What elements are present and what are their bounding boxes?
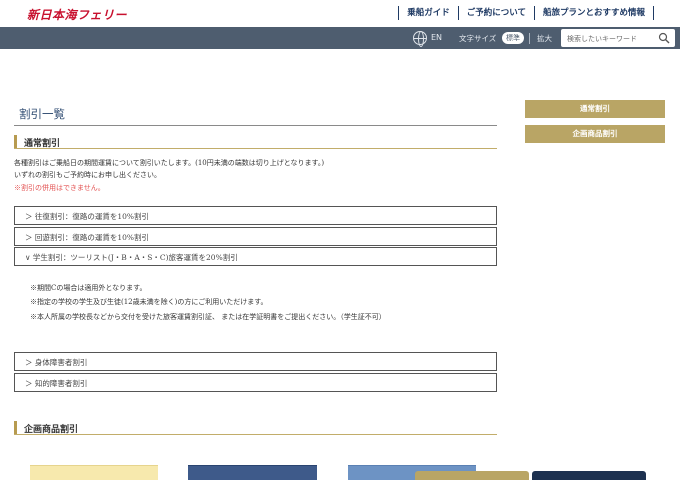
- student-warning: ※本人所属の学校長などから交付を受けた旅客運賃割引証、 または在学証明書をご提出…: [30, 313, 386, 321]
- section-title: 通常割引: [24, 139, 61, 149]
- section-title: 企画商品割引: [24, 425, 79, 435]
- student-note-1: ※期間Cの場合は適用外となります。: [30, 284, 147, 292]
- accordion-label: ＞ 身体障害者割引: [25, 358, 88, 367]
- site-logo[interactable]: 新日本海フェリー: [27, 6, 127, 23]
- search-input[interactable]: 検索したいキーワード: [567, 34, 637, 44]
- language-en-link[interactable]: EN: [431, 33, 442, 42]
- floating-tab-gold[interactable]: [415, 471, 529, 480]
- accordion-label: ＞ 回遊割引：復路の運賃を10%割引: [25, 233, 150, 242]
- nav-reservation[interactable]: ご予約について: [457, 6, 534, 20]
- accordion-label: ∨ 学生割引：ツーリスト(J・B・A・S・C)旅客運賃を20%割引: [25, 253, 238, 262]
- section-heading-normal: 通常割引: [14, 135, 497, 149]
- plan-image-1[interactable]: [30, 465, 158, 480]
- title-divider: [14, 125, 497, 126]
- page-title: 割引一覧: [19, 107, 65, 121]
- heading-accent-bar: [14, 135, 17, 148]
- intro-text-1: 各種割引はご乗船日の期間運賃について割引いたします。(10円未満の端数は切り上げ…: [14, 159, 325, 167]
- accordion-label: ＞ 知的障害者割引: [25, 379, 88, 388]
- plan-image-2[interactable]: [188, 465, 317, 480]
- accordion-circuit[interactable]: ＞ 回遊割引：復路の運賃を10%割引: [14, 227, 497, 246]
- sidebar-plan-discount-button[interactable]: 企画商品割引: [525, 125, 665, 143]
- utility-bar: EN 文字サイズ 標準 拡大 検索したいキーワード: [0, 27, 680, 49]
- accordion-physical-disability[interactable]: ＞ 身体障害者割引: [14, 352, 497, 371]
- intro-text-2: いずれの割引もご予約時にお申し出ください。: [14, 171, 161, 179]
- nav-travel-plans[interactable]: 船旅プランとおすすめ情報: [533, 6, 654, 20]
- top-header: 新日本海フェリー 乗船ガイド ご予約について 船旅プランとおすすめ情報: [0, 0, 680, 27]
- accordion-intellectual-disability[interactable]: ＞ 知的障害者割引: [14, 373, 497, 392]
- accordion-roundtrip[interactable]: ＞ 往復割引：復路の運賃を10%割引: [14, 206, 497, 225]
- search-icon[interactable]: [658, 32, 670, 44]
- student-note-2: ※指定の学校の学生及び生徒(12歳未満を除く)の方にご利用いただけます。: [30, 298, 268, 306]
- font-large-button[interactable]: 拡大: [537, 33, 552, 44]
- accordion-student[interactable]: ∨ 学生割引：ツーリスト(J・B・A・S・C)旅客運賃を20%割引: [14, 247, 497, 266]
- heading-accent-bar: [14, 421, 17, 434]
- top-nav: 乗船ガイド ご予約について 船旅プランとおすすめ情報: [398, 6, 654, 20]
- sidebar-normal-discount-button[interactable]: 通常割引: [525, 100, 665, 118]
- floating-tab-navy[interactable]: [532, 471, 646, 480]
- search-box[interactable]: 検索したいキーワード: [561, 29, 675, 47]
- divider: [529, 33, 530, 44]
- accordion-label: ＞ 往復割引：復路の運賃を10%割引: [25, 212, 150, 221]
- font-size-label: 文字サイズ: [459, 34, 497, 43]
- section-heading-plan: 企画商品割引: [14, 421, 497, 435]
- globe-icon[interactable]: [413, 31, 427, 47]
- font-standard-button[interactable]: 標準: [502, 32, 524, 44]
- nav-boarding-guide[interactable]: 乗船ガイド: [398, 6, 458, 20]
- intro-warning: ※割引の併用はできません。: [14, 184, 105, 192]
